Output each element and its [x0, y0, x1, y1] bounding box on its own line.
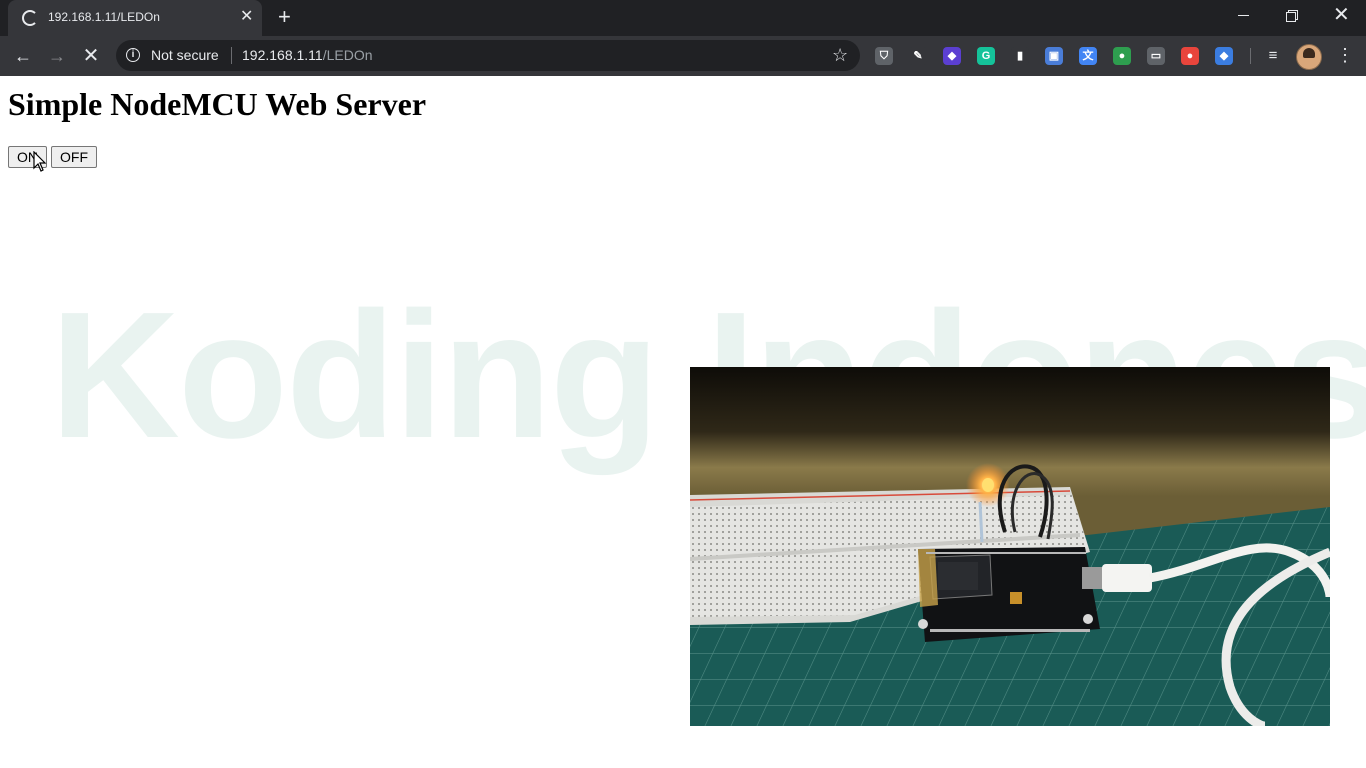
- shield-extension-icon[interactable]: ⛉: [875, 47, 893, 65]
- loading-spinner-icon: [22, 10, 38, 26]
- restore-window-button[interactable]: [1269, 0, 1315, 32]
- info-icon[interactable]: i: [126, 48, 140, 62]
- close-window-button[interactable]: ✕: [1318, 0, 1364, 32]
- palette-extension-icon[interactable]: ●: [1113, 47, 1131, 65]
- page-content: Koding Indonesia Simple NodeMCU Web Serv…: [0, 76, 1366, 768]
- diamond-extension-icon[interactable]: ◆: [1215, 47, 1233, 65]
- restore-icon-front: [1286, 12, 1296, 22]
- more-menu-icon[interactable]: ⋮: [1336, 44, 1354, 66]
- translate-extension-icon[interactable]: 文: [1079, 47, 1097, 65]
- security-label[interactable]: Not secure: [151, 47, 219, 63]
- cast-extension-icon[interactable]: ▭: [1147, 47, 1165, 65]
- url-path: /LEDOn: [322, 47, 373, 63]
- address-bar[interactable]: i Not secure 192.168.1.11/LEDOn ☆: [116, 40, 860, 71]
- stop-loading-icon[interactable]: ✕: [79, 44, 103, 68]
- cube-extension-icon[interactable]: ◆: [943, 47, 961, 65]
- url-text[interactable]: 192.168.1.11/LEDOn: [242, 47, 373, 63]
- reading-list-icon[interactable]: ≡: [1264, 47, 1282, 65]
- minimize-icon: [1238, 15, 1249, 16]
- close-tab-icon[interactable]: ✕: [240, 8, 253, 26]
- browser-toolbar: ← → ✕ i Not secure 192.168.1.11/LEDOn ☆ …: [0, 36, 1366, 76]
- mouse-cursor-icon: [33, 151, 47, 172]
- pen-extension-icon[interactable]: ✎: [909, 47, 927, 65]
- minimize-window-button[interactable]: [1220, 0, 1266, 32]
- address-separator: [231, 47, 232, 64]
- nodemcu-photo-drawing: [690, 367, 1330, 726]
- chart-extension-icon[interactable]: ▮: [1011, 47, 1029, 65]
- nodemcu-photo: [690, 367, 1330, 726]
- close-icon: ✕: [1333, 4, 1350, 26]
- tab-title: 192.168.1.11/LEDOn: [48, 10, 160, 24]
- browser-tab[interactable]: 192.168.1.11/LEDOn ✕: [8, 0, 262, 36]
- toolbar-separator: [1250, 48, 1251, 64]
- screen-extension-icon[interactable]: ▣: [1045, 47, 1063, 65]
- back-arrow-icon[interactable]: ←: [11, 44, 35, 68]
- url-host: 192.168.1.11: [242, 47, 323, 63]
- tab-strip: 192.168.1.11/LEDOn ✕ + ✕: [0, 0, 1366, 36]
- page-title: Simple NodeMCU Web Server: [8, 86, 427, 122]
- profile-avatar[interactable]: [1296, 44, 1322, 70]
- off-button[interactable]: OFF: [51, 146, 97, 168]
- new-tab-icon[interactable]: +: [278, 5, 291, 29]
- bookmark-star-icon[interactable]: ☆: [832, 45, 848, 66]
- record-extension-icon[interactable]: ●: [1181, 47, 1199, 65]
- grammarly-extension-icon[interactable]: G: [977, 47, 995, 65]
- forward-arrow-icon[interactable]: →: [45, 44, 69, 68]
